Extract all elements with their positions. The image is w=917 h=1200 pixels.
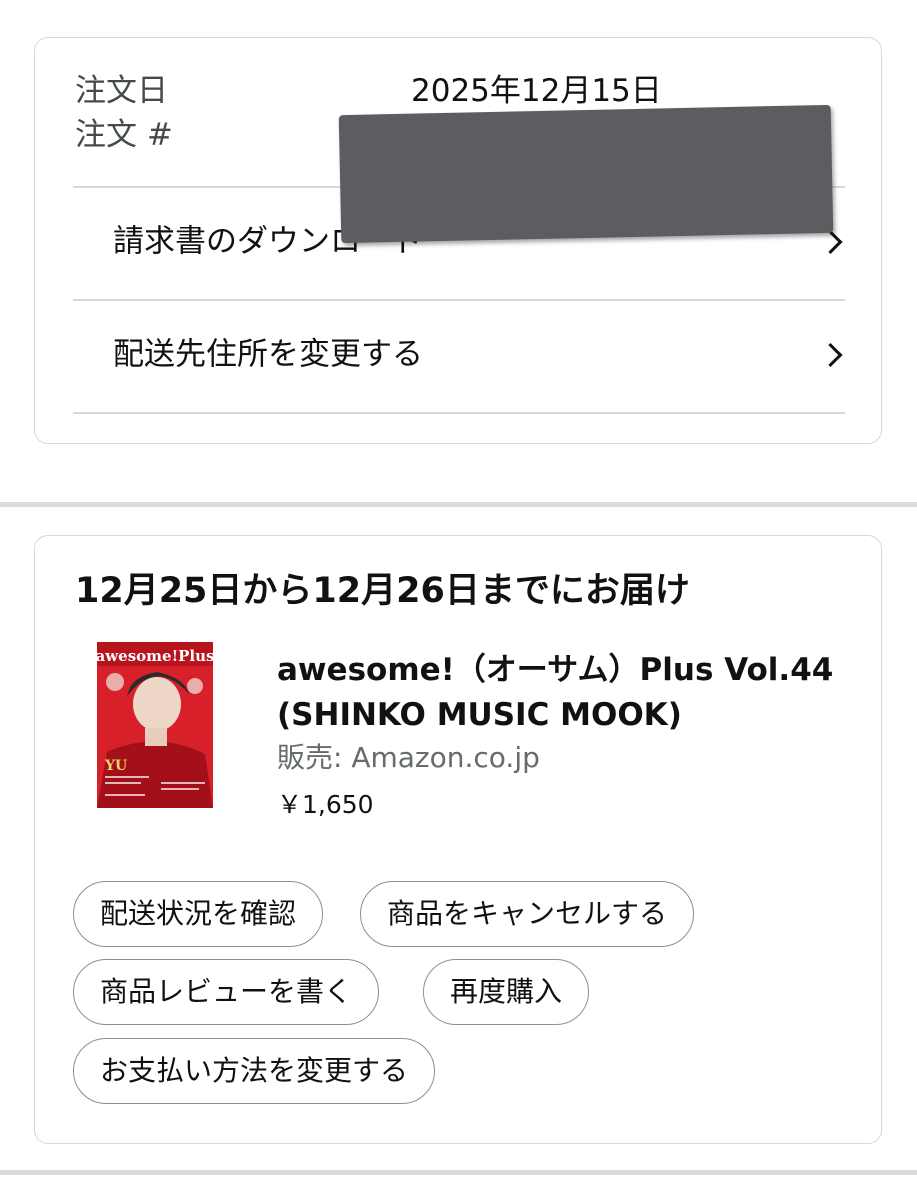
track-package-button[interactable]: 配送状況を確認 [73,881,324,947]
shipment-card: 12月25日から12月26日までにお届け awesome!Plus YU awe… [34,535,882,1144]
order-date-label: 注文日 [75,73,168,109]
buy-again-button[interactable]: 再度購入 [423,959,590,1025]
chevron-right-icon [818,342,843,368]
cover-name: YU [104,758,127,774]
order-date-value: 2025年12月15日 [411,73,662,109]
section-divider [0,502,917,507]
section-divider [0,1170,917,1175]
change-shipping-address-label: 配送先住所を変更する [113,336,423,373]
cover-masthead: awesome!Plus [97,647,213,665]
change-shipping-address-row[interactable]: 配送先住所を変更する [73,299,845,411]
cancel-items-button[interactable]: 商品をキャンセルする [360,881,695,947]
product-price: ￥1,650 [277,790,374,819]
product-seller: 販売: Amazon.co.jp [277,741,540,774]
product-thumbnail[interactable]: awesome!Plus YU [97,642,213,808]
chevron-right-icon [818,229,843,255]
product-title-link[interactable]: awesome!（オーサム）Plus Vol.44 (SHINKO MUSIC … [277,648,857,738]
write-review-button[interactable]: 商品レビューを書く [73,959,380,1025]
change-payment-method-button[interactable]: お支払い方法を変更する [73,1038,436,1104]
redaction-block [338,104,834,244]
book-cover-image: awesome!Plus YU [97,642,213,808]
delivery-estimate-title: 12月25日から12月26日までにお届け [75,571,690,611]
divider [73,412,845,414]
order-number-label: 注文 # [75,117,173,153]
